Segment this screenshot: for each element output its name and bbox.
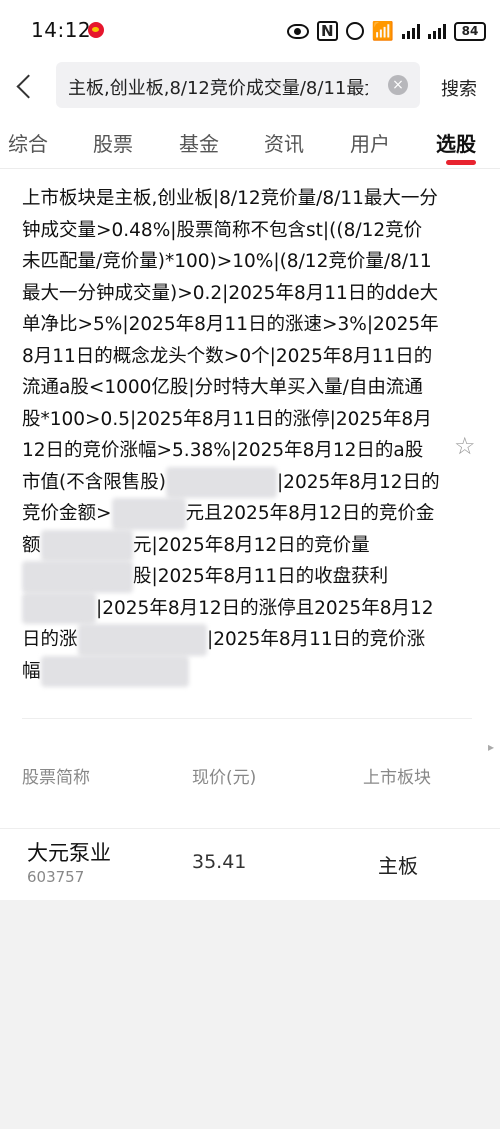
tab-users[interactable]: 用户 [350,128,390,157]
search-bar: 主板,创业板,8/12竞价成交量/8/11最大 × 搜索 [0,62,500,112]
star-outline-icon[interactable]: ☆ [454,432,476,460]
back-arrow-icon[interactable] [14,72,38,102]
redacted-value: ____________ [22,561,133,593]
condition-text-1: 上市板块是主板,创业板|8/12竞价量/8/11最大一分钟成交量>0.48%|股… [22,188,439,493]
redacted-value: ________ [111,498,186,530]
wifi-icon: 📶 [371,20,394,42]
screen: 14:12 N 📶 84 主板,创业板,8/12竞价成交量/8/11最大 × 搜… [0,0,500,1129]
redacted-value: ________ [22,592,96,624]
stock-board: 主板 [378,854,418,878]
alarm-icon [345,22,364,40]
chevron-right-icon[interactable]: ▸ [488,740,494,754]
column-header-name[interactable]: 股票简称 [22,763,90,788]
search-button[interactable]: 搜索 [441,75,477,101]
weibo-icon [88,22,104,38]
signal-icon [402,23,420,39]
tab-news[interactable]: 资讯 [264,128,304,157]
stock-price: 35.41 [192,851,247,873]
redacted-value: __________ [40,529,134,561]
divider [22,718,472,719]
eye-icon [287,23,310,39]
screening-conditions: 上市板块是主板,创业板|8/12竞价量/8/11最大一分钟成交量>0.48%|股… [22,183,440,687]
redacted-value: ________________ [40,655,189,687]
redacted-value: ____________ [165,466,277,498]
stock-name[interactable]: 大元泵业 [27,837,111,867]
nfc-icon: N [317,21,338,41]
condition-text-4: 元|2025年8月12日的竞价量 [133,534,370,556]
tab-stocks[interactable]: 股票 [93,128,133,157]
active-tab-indicator [446,160,476,165]
redacted-value: ______________ [77,624,208,656]
row-divider [0,828,500,829]
search-input[interactable]: 主板,创业板,8/12竞价成交量/8/11最大 × [56,62,420,108]
battery-icon: 84 [454,21,486,41]
stock-code: 603757 [27,868,85,886]
status-bar: 14:12 N 📶 84 [0,0,500,62]
column-header-price[interactable]: 现价(元) [192,763,256,788]
tab-stock-picker[interactable]: 选股 [436,128,476,157]
category-tabs: 综合 股票 基金 资讯 用户 选股 [0,120,500,169]
tab-funds[interactable]: 基金 [179,128,219,157]
condition-text-5: 股|2025年8月11日的收盘获利 [133,566,389,587]
column-header-board[interactable]: 上市板块 [363,763,431,788]
status-time: 14:12 [31,18,92,42]
tab-overall[interactable]: 综合 [8,128,48,157]
signal-icon-2 [428,23,446,39]
clear-icon[interactable]: × [388,75,408,95]
status-icons: N 📶 84 [287,20,486,42]
search-query[interactable]: 主板,创业板,8/12竞价成交量/8/11最大 [68,74,368,100]
